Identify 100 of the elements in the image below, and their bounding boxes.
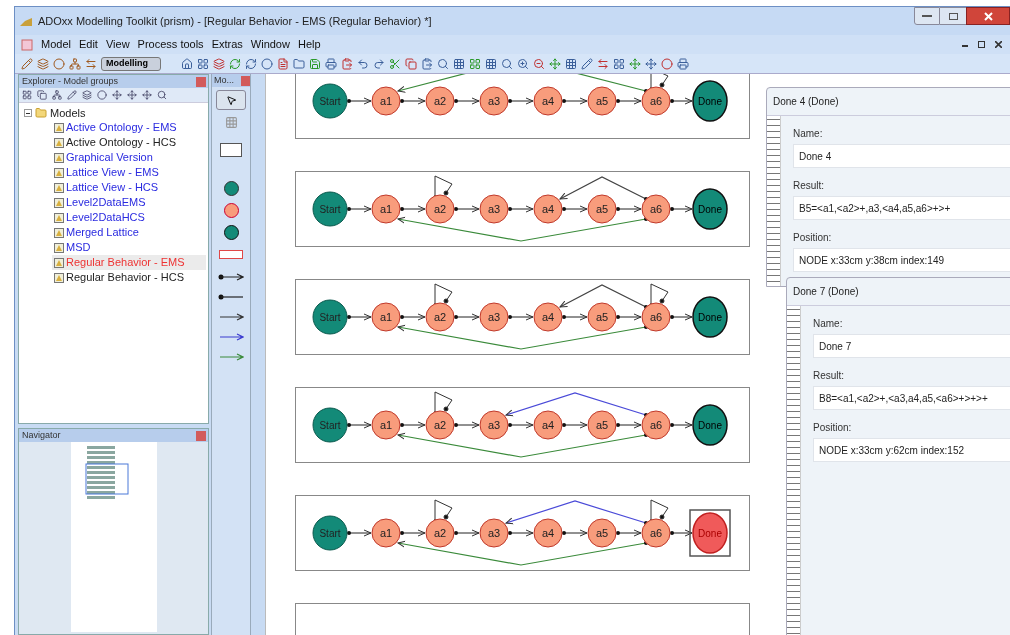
activity-node: a1: [371, 194, 401, 224]
tree-item[interactable]: Lattice View - HCS: [66, 179, 159, 196]
activity-node: a4: [533, 86, 563, 116]
tree-item[interactable]: Regular Behavior - HCS: [66, 269, 184, 286]
toolbar-icon[interactable]: [469, 57, 481, 70]
tree-item[interactable]: Merged Lattice: [66, 224, 139, 241]
container-tool[interactable]: [219, 250, 243, 259]
toolbar-icon[interactable]: [157, 90, 167, 100]
connector-tool-icon[interactable]: [218, 313, 244, 321]
toolbar-icon[interactable]: [37, 57, 49, 70]
toolbar-icon[interactable]: [22, 90, 32, 100]
toolbar-icon[interactable]: [677, 57, 689, 70]
tree-item[interactable]: Active Ontology - HCS: [66, 134, 177, 151]
toolbar-icon[interactable]: [261, 57, 273, 70]
text-field[interactable]: NODE x:33cm y:38cm index:149: [793, 248, 1010, 272]
toolbar-icon[interactable]: [661, 57, 673, 70]
activity-node: a5: [587, 518, 617, 548]
toolbar-icon[interactable]: [82, 90, 92, 100]
start-node-tool[interactable]: [223, 181, 239, 196]
activity-node: a1: [371, 410, 401, 440]
toolbar-icon[interactable]: [69, 57, 81, 70]
menu-item[interactable]: Window: [250, 36, 290, 53]
connector-tool-icon[interactable]: [218, 293, 244, 301]
toolbar-icon[interactable]: [517, 57, 529, 70]
toolbar-icon[interactable]: [565, 57, 577, 70]
tree-item[interactable]: Level2DataEMS: [66, 194, 146, 211]
toolbar-icon[interactable]: [325, 57, 337, 70]
tree-item[interactable]: Graphical Version: [66, 149, 153, 166]
minimize-button[interactable]: [914, 7, 940, 25]
toolbar-icon[interactable]: [112, 90, 122, 100]
toolbar-icon[interactable]: [97, 90, 107, 100]
done-node-tool[interactable]: [223, 225, 239, 240]
frame-tool[interactable]: [220, 143, 242, 157]
field-label: Position:: [813, 421, 853, 435]
collapse-toggle[interactable]: [24, 109, 32, 117]
toolbar-icon[interactable]: [21, 57, 33, 70]
toolbar-icon[interactable]: [181, 57, 193, 70]
toolbar-icon[interactable]: [533, 57, 545, 70]
tree-item[interactable]: MSD: [66, 239, 91, 256]
toolbar-icon[interactable]: [229, 57, 241, 70]
activity-node: a4: [533, 410, 563, 440]
tree-item[interactable]: Active Ontology - EMS: [66, 119, 177, 136]
toolbar-icon[interactable]: [142, 90, 152, 100]
toolbar-icon[interactable]: [453, 57, 465, 70]
menu-item[interactable]: Help: [297, 36, 321, 53]
tree-item[interactable]: Level2DataHCS: [66, 209, 145, 226]
toolbar-icon[interactable]: [437, 57, 449, 70]
text-field[interactable]: NODE x:33cm y:62cm index:152: [813, 438, 1010, 462]
menu-item[interactable]: Edit: [78, 36, 98, 53]
toolbar-icon[interactable]: [197, 57, 209, 70]
menu-item[interactable]: Model: [41, 36, 71, 53]
toolbar-icon[interactable]: [597, 57, 609, 70]
toolbar-icon[interactable]: [53, 57, 65, 70]
text-field[interactable]: B8=<a1,<a2>+,<a3,a4,a5,<a6>+>+>+: [813, 386, 1010, 410]
toolbar-icon[interactable]: [373, 57, 385, 70]
tree-item[interactable]: Models: [50, 104, 86, 122]
menu-item[interactable]: Extras: [211, 36, 243, 53]
toolbar-icon[interactable]: [357, 57, 369, 70]
activity-node-tool[interactable]: [223, 203, 239, 218]
window-title: ADOxx Modelling Toolkit (prism) - [Regular Behavior - EMS (Regular Behavior) *]: [38, 13, 432, 29]
folder-icon: [35, 107, 47, 119]
text-field[interactable]: Done 7: [813, 334, 1010, 358]
tree-item[interactable]: Lattice View - EMS: [66, 164, 159, 181]
toolbar-icon[interactable]: [309, 57, 321, 70]
toolbar-icon[interactable]: [421, 57, 433, 70]
activity-node: a4: [533, 194, 563, 224]
toolbar-icon[interactable]: [581, 57, 593, 70]
toolbar-icon[interactable]: [629, 57, 641, 70]
toolbar-icon[interactable]: [277, 57, 289, 70]
toolbar-icon[interactable]: [613, 57, 625, 70]
toolbar-icon[interactable]: [485, 57, 497, 70]
toolbar-icon[interactable]: [85, 57, 97, 70]
toolbar-icon[interactable]: [645, 57, 657, 70]
toolbar-icon[interactable]: [67, 90, 77, 100]
toolbar-icon[interactable]: [293, 57, 305, 70]
model-icon: [54, 242, 64, 253]
menu-item[interactable]: View: [105, 36, 130, 53]
toolbar-icon[interactable]: [501, 57, 513, 70]
text-field[interactable]: Done 4: [793, 144, 1010, 168]
model-icon: [54, 182, 64, 193]
toolbar-icon[interactable]: [405, 57, 417, 70]
text-field[interactable]: B5=<a1,<a2>+,a3,<a4,a5,a6>+>+: [793, 196, 1010, 220]
menu-item[interactable]: Process tools: [137, 36, 204, 53]
toolbar-icon[interactable]: [549, 57, 561, 70]
toolbar-icon[interactable]: [245, 57, 257, 70]
toolbar-icon[interactable]: [213, 57, 225, 70]
mode-field[interactable]: Modelling: [101, 56, 161, 71]
toolbar-icon[interactable]: [37, 90, 47, 100]
sequence-arrow: [670, 529, 693, 537]
connector-tool-icon[interactable]: [218, 273, 244, 281]
toolbar-icon[interactable]: [341, 57, 353, 70]
toolbar-icon[interactable]: [127, 90, 137, 100]
close-button[interactable]: [966, 7, 1010, 25]
maximize-button[interactable]: [940, 7, 966, 25]
close-icon[interactable]: [995, 41, 1002, 48]
activity-node: a3: [479, 86, 509, 116]
restore-icon[interactable]: [978, 41, 985, 48]
toolbar-icon[interactable]: [389, 57, 401, 70]
toolbar-icon[interactable]: [52, 90, 62, 100]
pointer-tool[interactable]: [216, 90, 246, 110]
